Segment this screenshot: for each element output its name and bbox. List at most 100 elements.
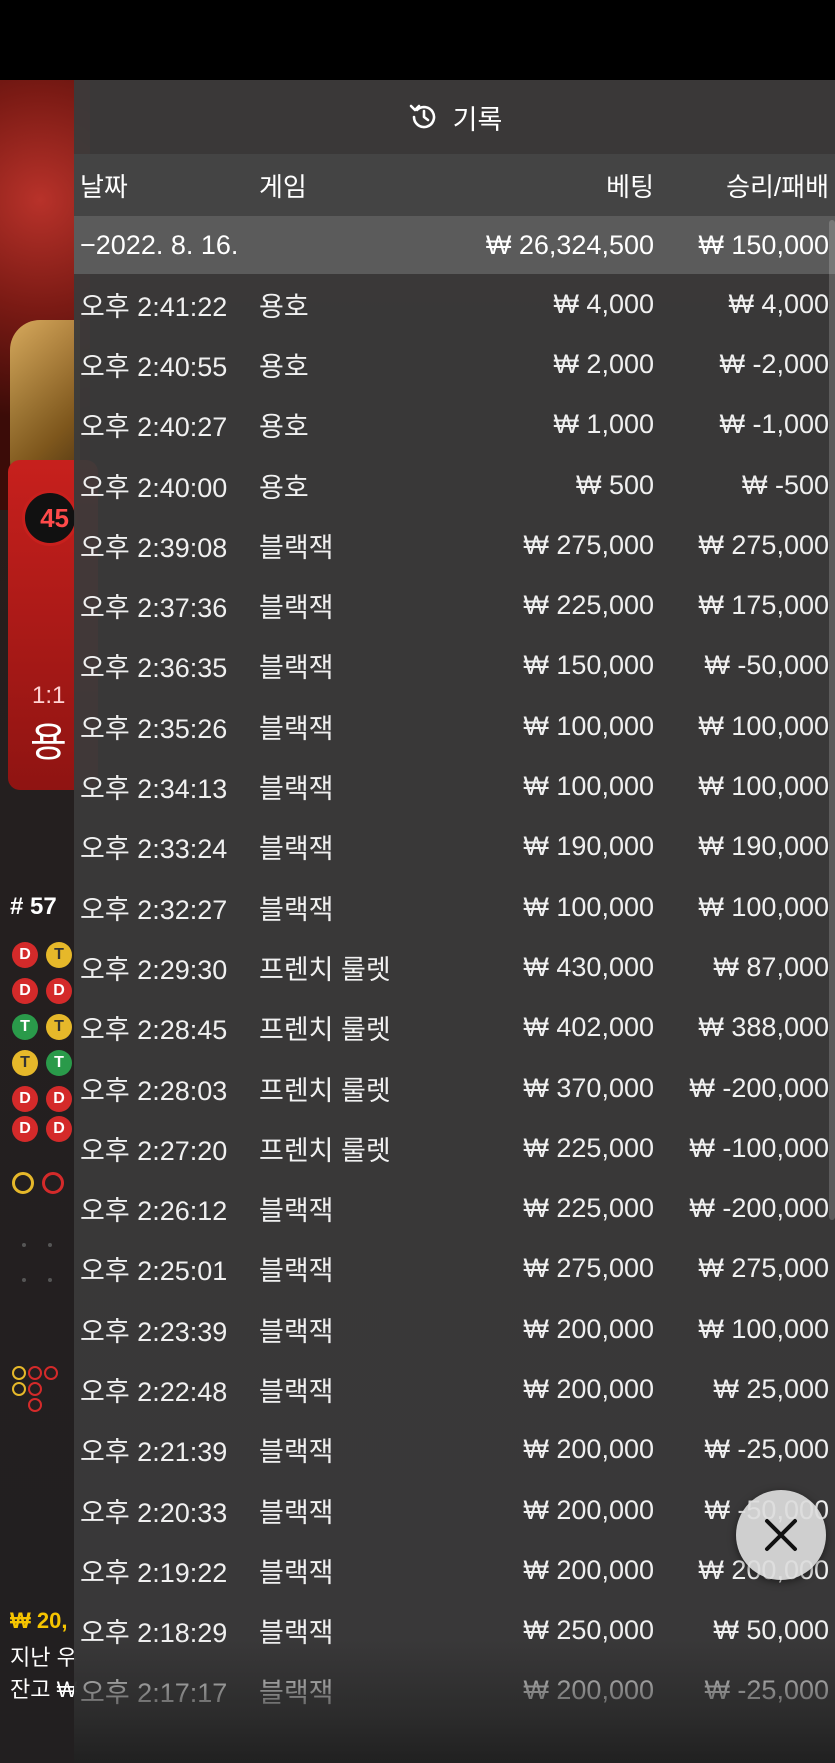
row-bet: ₩ 275,000 [523, 1253, 654, 1284]
row-time: 오후 2:39:08 [80, 532, 228, 563]
row-time: 오후 2:23:39 [80, 1316, 228, 1347]
row-bet: ₩ 225,000 [523, 590, 654, 621]
history-row[interactable]: 오후 2:23:39 블랙잭 ₩ 200,000 ₩ 100,000 [74, 1299, 835, 1359]
small-road-ring [12, 1382, 26, 1396]
history-list: 오후 2:41:22 용호 ₩ 4,000 ₩ 4,000 오후 2:40:55 용호 ₩ … [74, 274, 835, 1721]
row-bet: ₩ 4,000 [553, 288, 654, 319]
status-bar [0, 0, 835, 80]
row-game: 블랙잭 [259, 834, 334, 865]
history-row[interactable]: 오후 2:36:35 블랙잭 ₩ 150,000 ₩ -50,000 [74, 636, 835, 696]
history-row[interactable]: 오후 2:41:22 용호 ₩ 4,000 ₩ 4,000 [74, 274, 835, 334]
row-game: 블랙잭 [259, 894, 334, 925]
history-row[interactable]: 오후 2:39:08 블랙잭 ₩ 275,000 ₩ 275,000 [74, 515, 835, 575]
day-group-row[interactable]: −2022. 8. 16. ₩ 26,324,500 ₩ 150,000 [74, 216, 835, 274]
row-result: ₩ -200,000 [689, 1072, 829, 1103]
history-row[interactable]: 오후 2:19:22블랙잭₩ 200,000₩ 200,000 [74, 1540, 835, 1600]
row-game: 블랙잭 [259, 1557, 334, 1588]
row-time: 오후 2:37:36 [80, 593, 228, 624]
row-game: 블랙잭 [259, 774, 334, 805]
row-time: 오후 2:22:48 [80, 1376, 228, 1407]
history-row[interactable]: 오후 2:25:01 블랙잭 ₩ 275,000 ₩ 275,000 [74, 1239, 835, 1299]
row-time: 오후 2:35:26 [80, 713, 228, 744]
row-bet: ₩ 100,000 [523, 710, 654, 741]
history-row[interactable]: 오후 2:35:26 블랙잭 ₩ 100,000 ₩ 100,000 [74, 696, 835, 756]
big-road-ring [42, 1172, 64, 1194]
row-time: 오후 2:40:55 [80, 351, 228, 382]
row-result: ₩ 175,000 [698, 590, 829, 621]
small-road-ring [28, 1398, 42, 1412]
history-row[interactable]: 오후 2:33:24 블랙잭 ₩ 190,000 ₩ 190,000 [74, 817, 835, 877]
history-row[interactable]: 오후 2:32:27 블랙잭 ₩ 100,000 ₩ 100,000 [74, 877, 835, 937]
row-result: ₩ 388,000 [698, 1012, 829, 1043]
row-bet: ₩ 200,000 [523, 1434, 654, 1465]
close-button[interactable] [736, 1490, 826, 1580]
row-game: 블랙잭 [259, 1437, 334, 1468]
row-game: 프렌치 룰렛 [259, 1075, 391, 1106]
row-bet: ₩ 225,000 [523, 1132, 654, 1163]
bead-tiger: T [46, 1050, 72, 1076]
row-game: 블랙잭 [259, 593, 334, 624]
history-row[interactable]: 오후 2:26:12 블랙잭 ₩ 225,000 ₩ -200,000 [74, 1178, 835, 1238]
dragon-label: 용 [30, 721, 67, 765]
row-bet: ₩ 200,000 [523, 1373, 654, 1404]
history-row[interactable]: 오후 2:34:13 블랙잭 ₩ 100,000 ₩ 100,000 [74, 756, 835, 816]
row-time: 오후 2:33:24 [80, 834, 228, 865]
row-result: ₩ 50,000 [713, 1615, 829, 1646]
row-time: 오후 2:28:03 [80, 1075, 228, 1106]
header-result: 승리/패배 [726, 171, 829, 202]
row-game: 블랙잭 [259, 653, 334, 684]
row-bet: ₩ 100,000 [523, 891, 654, 922]
history-row[interactable]: 오후 2:40:27 용호 ₩ 1,000 ₩ -1,000 [74, 395, 835, 455]
row-time: 오후 2:36:35 [80, 653, 228, 684]
row-bet: ₩ 200,000 [523, 1494, 654, 1525]
history-row[interactable]: 오후 2:40:00 용호 ₩ 500 ₩ -500 [74, 455, 835, 515]
round-number: # 57 [10, 893, 57, 920]
row-time: 오후 2:29:30 [80, 954, 228, 985]
small-road-ring [44, 1366, 58, 1380]
bead-tiger: T [12, 1014, 38, 1040]
row-time: 오후 2:25:01 [80, 1256, 228, 1287]
header-date: 날짜 [80, 171, 128, 202]
row-game: 블랙잭 [259, 1196, 334, 1227]
small-road-ring [28, 1382, 42, 1396]
row-result: ₩ 275,000 [698, 1253, 829, 1284]
history-row[interactable]: 오후 2:17:17 블랙잭 ₩ 200,000 ₩ -25,000 [74, 1661, 835, 1721]
history-row[interactable]: 오후 2:28:45 프렌치 룰렛 ₩ 402,000 ₩ 388,000 [74, 998, 835, 1058]
row-result: ₩ -1,000 [719, 409, 829, 440]
row-game: 프렌치 룰렛 [259, 954, 391, 985]
header-bet: 베팅 [606, 171, 654, 202]
bead-dragon: D [12, 978, 38, 1004]
row-game: 블랙잭 [259, 1376, 334, 1407]
row-result: ₩ -25,000 [704, 1434, 829, 1465]
road-dot [48, 1278, 52, 1282]
history-row[interactable]: 오후 2:27:20 프렌치 룰렛 ₩ 225,000 ₩ -100,000 [74, 1118, 835, 1178]
row-game: 블랙잭 [259, 1316, 334, 1347]
history-row[interactable]: 오후 2:37:36 블랙잭 ₩ 225,000 ₩ 175,000 [74, 575, 835, 635]
history-row[interactable]: 오후 2:22:48 블랙잭 ₩ 200,000 ₩ 25,000 [74, 1359, 835, 1419]
day-bet-total: ₩ 26,324,500 [485, 229, 654, 260]
row-game: 블랙잭 [259, 713, 334, 744]
row-game: 블랙잭 [259, 1678, 334, 1709]
row-game: 프렌치 룰렛 [259, 1135, 391, 1166]
history-row[interactable]: 오후 2:29:30 프렌치 룰렛 ₩ 430,000 ₩ 87,000 [74, 937, 835, 997]
bead-tiger: T [12, 1050, 38, 1076]
history-row[interactable]: 오후 2:20:33블랙잭₩ 200,000₩ -50,000 [74, 1480, 835, 1540]
last-win-label: 지난 우 [10, 1645, 77, 1670]
history-row[interactable]: 오후 2:28:03 프렌치 룰렛 ₩ 370,000 ₩ -200,000 [74, 1058, 835, 1118]
row-result: ₩ -100,000 [689, 1132, 829, 1163]
row-bet: ₩ 250,000 [523, 1615, 654, 1646]
row-game: 블랙잭 [259, 1497, 334, 1528]
history-row[interactable]: 오후 2:21:39 블랙잭 ₩ 200,000 ₩ -25,000 [74, 1420, 835, 1480]
row-game: 블랙잭 [259, 532, 334, 563]
row-result: ₩ 100,000 [698, 710, 829, 741]
history-panel: 기록 날짜 게임 베팅 승리/패배 −2022. 8. 16. ₩ 26,324… [74, 80, 835, 1763]
history-row[interactable]: 오후 2:18:29 블랙잭 ₩ 250,000 ₩ 50,000 [74, 1601, 835, 1661]
row-bet: ₩ 430,000 [523, 951, 654, 982]
day-result-total: ₩ 150,000 [698, 229, 829, 260]
history-row[interactable]: 오후 2:40:55 용호 ₩ 2,000 ₩ -2,000 [74, 334, 835, 394]
balance-amount: ₩ 20, [10, 1608, 68, 1633]
row-game: 용호 [259, 291, 309, 322]
row-bet: ₩ 200,000 [523, 1675, 654, 1706]
row-bet: ₩ 200,000 [523, 1313, 654, 1344]
scrollbar[interactable] [829, 220, 835, 1220]
